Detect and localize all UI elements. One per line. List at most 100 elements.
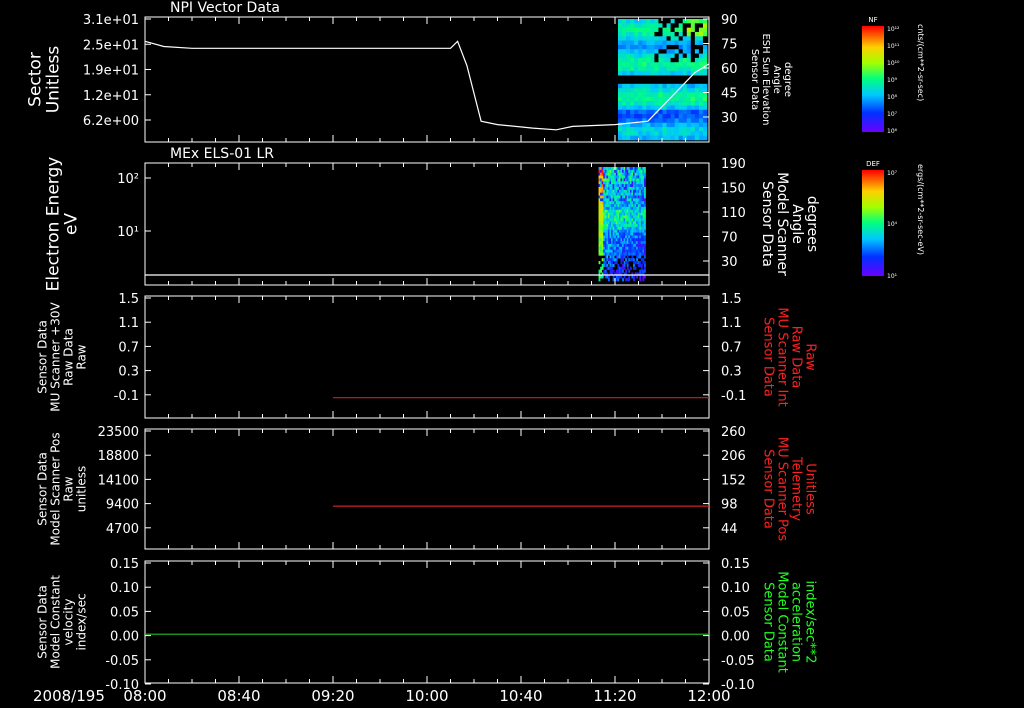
spectrogram-cell bbox=[702, 114, 708, 119]
spectrogram-cell bbox=[643, 266, 646, 270]
spectrogram-cell bbox=[690, 66, 696, 72]
spectrogram-cell bbox=[618, 27, 623, 33]
spectrogram-cell bbox=[654, 44, 659, 50]
colorbar-tick-label: 10⁶ bbox=[887, 128, 898, 135]
spectrogram-cell bbox=[626, 44, 631, 50]
spectrogram-cell bbox=[674, 53, 679, 59]
spectrogram-cell bbox=[682, 27, 688, 33]
spectrogram-cell bbox=[643, 209, 646, 213]
spectrogram-cell bbox=[670, 23, 675, 28]
spectrogram-cell bbox=[638, 66, 643, 72]
colorbar-gradient bbox=[862, 170, 884, 276]
spectrogram-cell bbox=[642, 131, 647, 136]
y2-tick-label: 110 bbox=[721, 206, 746, 221]
spectrogram-cell bbox=[694, 88, 700, 93]
spectrogram-cell bbox=[698, 57, 704, 63]
spectrogram-cell bbox=[646, 19, 651, 24]
y2-tick-label: 150 bbox=[721, 182, 746, 197]
spectrogram-cell bbox=[643, 263, 646, 268]
spectrogram-cell bbox=[694, 44, 700, 50]
y-tick-label: -0.1 bbox=[114, 389, 139, 404]
spectrogram-cell bbox=[626, 31, 631, 37]
spectrogram-cell bbox=[646, 131, 651, 136]
spectrogram-cell bbox=[618, 88, 623, 93]
spectrogram-cell bbox=[698, 36, 704, 41]
y2-tick-label: 45 bbox=[721, 87, 738, 102]
spectrogram-cell bbox=[622, 258, 624, 262]
spectrogram-cell bbox=[636, 258, 639, 262]
spectrogram-cell bbox=[638, 27, 643, 33]
spectrogram-cell bbox=[618, 109, 623, 115]
spectrogram-cell bbox=[666, 83, 671, 89]
spectrogram-cell bbox=[670, 27, 675, 33]
spectrogram-cell bbox=[670, 70, 675, 76]
spectrogram-cell bbox=[694, 36, 700, 41]
spectrogram-cell bbox=[670, 118, 675, 124]
spectrogram-cell bbox=[630, 23, 635, 28]
spectrogram-cell bbox=[682, 23, 688, 28]
ylabel-right-line: MU Scanner Int bbox=[775, 307, 790, 406]
spectrogram-cell bbox=[694, 31, 700, 37]
spectrogram-cell bbox=[650, 57, 655, 63]
spectrogram-cell bbox=[654, 23, 659, 28]
spectrogram-cell bbox=[630, 127, 635, 132]
spectrogram-cell bbox=[654, 96, 659, 102]
spectrogram-cell bbox=[682, 118, 688, 124]
spectrogram-cell bbox=[618, 36, 623, 41]
spectrogram-cell bbox=[650, 96, 655, 102]
spectrogram-cell bbox=[658, 118, 663, 124]
spectrogram-cell bbox=[670, 105, 675, 111]
spectrogram-cell bbox=[646, 88, 651, 93]
spectrogram-cell bbox=[670, 122, 675, 128]
spectrogram-cell bbox=[662, 83, 667, 89]
date-label: 2008/195 bbox=[33, 687, 105, 705]
spectrogram-cell bbox=[670, 36, 675, 41]
y2-tick-label: 0.05 bbox=[721, 605, 750, 620]
y-tick-label: 10² bbox=[117, 172, 139, 187]
ylabel-line: Model Constant bbox=[49, 575, 63, 669]
spectrogram-cell bbox=[612, 255, 615, 259]
spectrogram-cell bbox=[642, 36, 647, 41]
spectrogram-cell bbox=[694, 57, 700, 63]
spectrogram-cell bbox=[638, 62, 643, 67]
spectrogram-cell bbox=[678, 44, 684, 50]
spectrogram-cell bbox=[642, 96, 647, 102]
y2-tick-label: 0.3 bbox=[721, 365, 742, 380]
spectrogram-cell bbox=[618, 131, 623, 136]
ylabel-line: Electron Energy bbox=[44, 157, 64, 292]
spectrogram-cell bbox=[622, 131, 627, 136]
spectrogram-cell bbox=[678, 96, 684, 102]
spectrogram-cell bbox=[634, 66, 639, 72]
spectrogram-cell bbox=[694, 131, 700, 136]
spectrogram-cell bbox=[643, 226, 646, 230]
spectrogram-cell bbox=[662, 92, 667, 98]
spectrogram-cell bbox=[642, 23, 647, 28]
spectrogram-cell bbox=[633, 263, 635, 268]
spectrogram-cell bbox=[666, 88, 671, 93]
spectrogram-cell bbox=[658, 36, 663, 41]
spectrogram-cell bbox=[634, 62, 639, 67]
spectrogram-cell bbox=[662, 66, 667, 72]
colorbar-tick-label: 10⁷ bbox=[887, 170, 898, 177]
spectrogram-cell bbox=[646, 122, 651, 128]
spectrogram-cell bbox=[640, 263, 643, 268]
y2-tick-label: 1.5 bbox=[721, 292, 742, 307]
spectrogram-cell bbox=[622, 114, 627, 119]
spectrogram-cell bbox=[638, 23, 643, 28]
spectrogram-cell bbox=[670, 83, 675, 89]
colorbar-gradient bbox=[862, 26, 884, 132]
spectrogram-cell bbox=[682, 105, 688, 111]
spectrogram-cell bbox=[646, 135, 651, 141]
spectrogram-cell bbox=[617, 278, 620, 282]
spectrogram-cell bbox=[650, 122, 655, 128]
spectrogram-cell bbox=[674, 44, 679, 50]
spectrogram-cell bbox=[686, 122, 692, 128]
spectrogram-cell bbox=[634, 44, 639, 50]
spectrogram-cell bbox=[702, 127, 708, 132]
spectrogram-cell bbox=[686, 88, 692, 93]
spectrogram-cell bbox=[618, 53, 623, 59]
spectrogram-cell bbox=[646, 92, 651, 98]
spectrogram-cell bbox=[626, 135, 631, 141]
spectrogram-cell bbox=[640, 266, 643, 270]
y2-tick-label: 70 bbox=[721, 231, 738, 246]
